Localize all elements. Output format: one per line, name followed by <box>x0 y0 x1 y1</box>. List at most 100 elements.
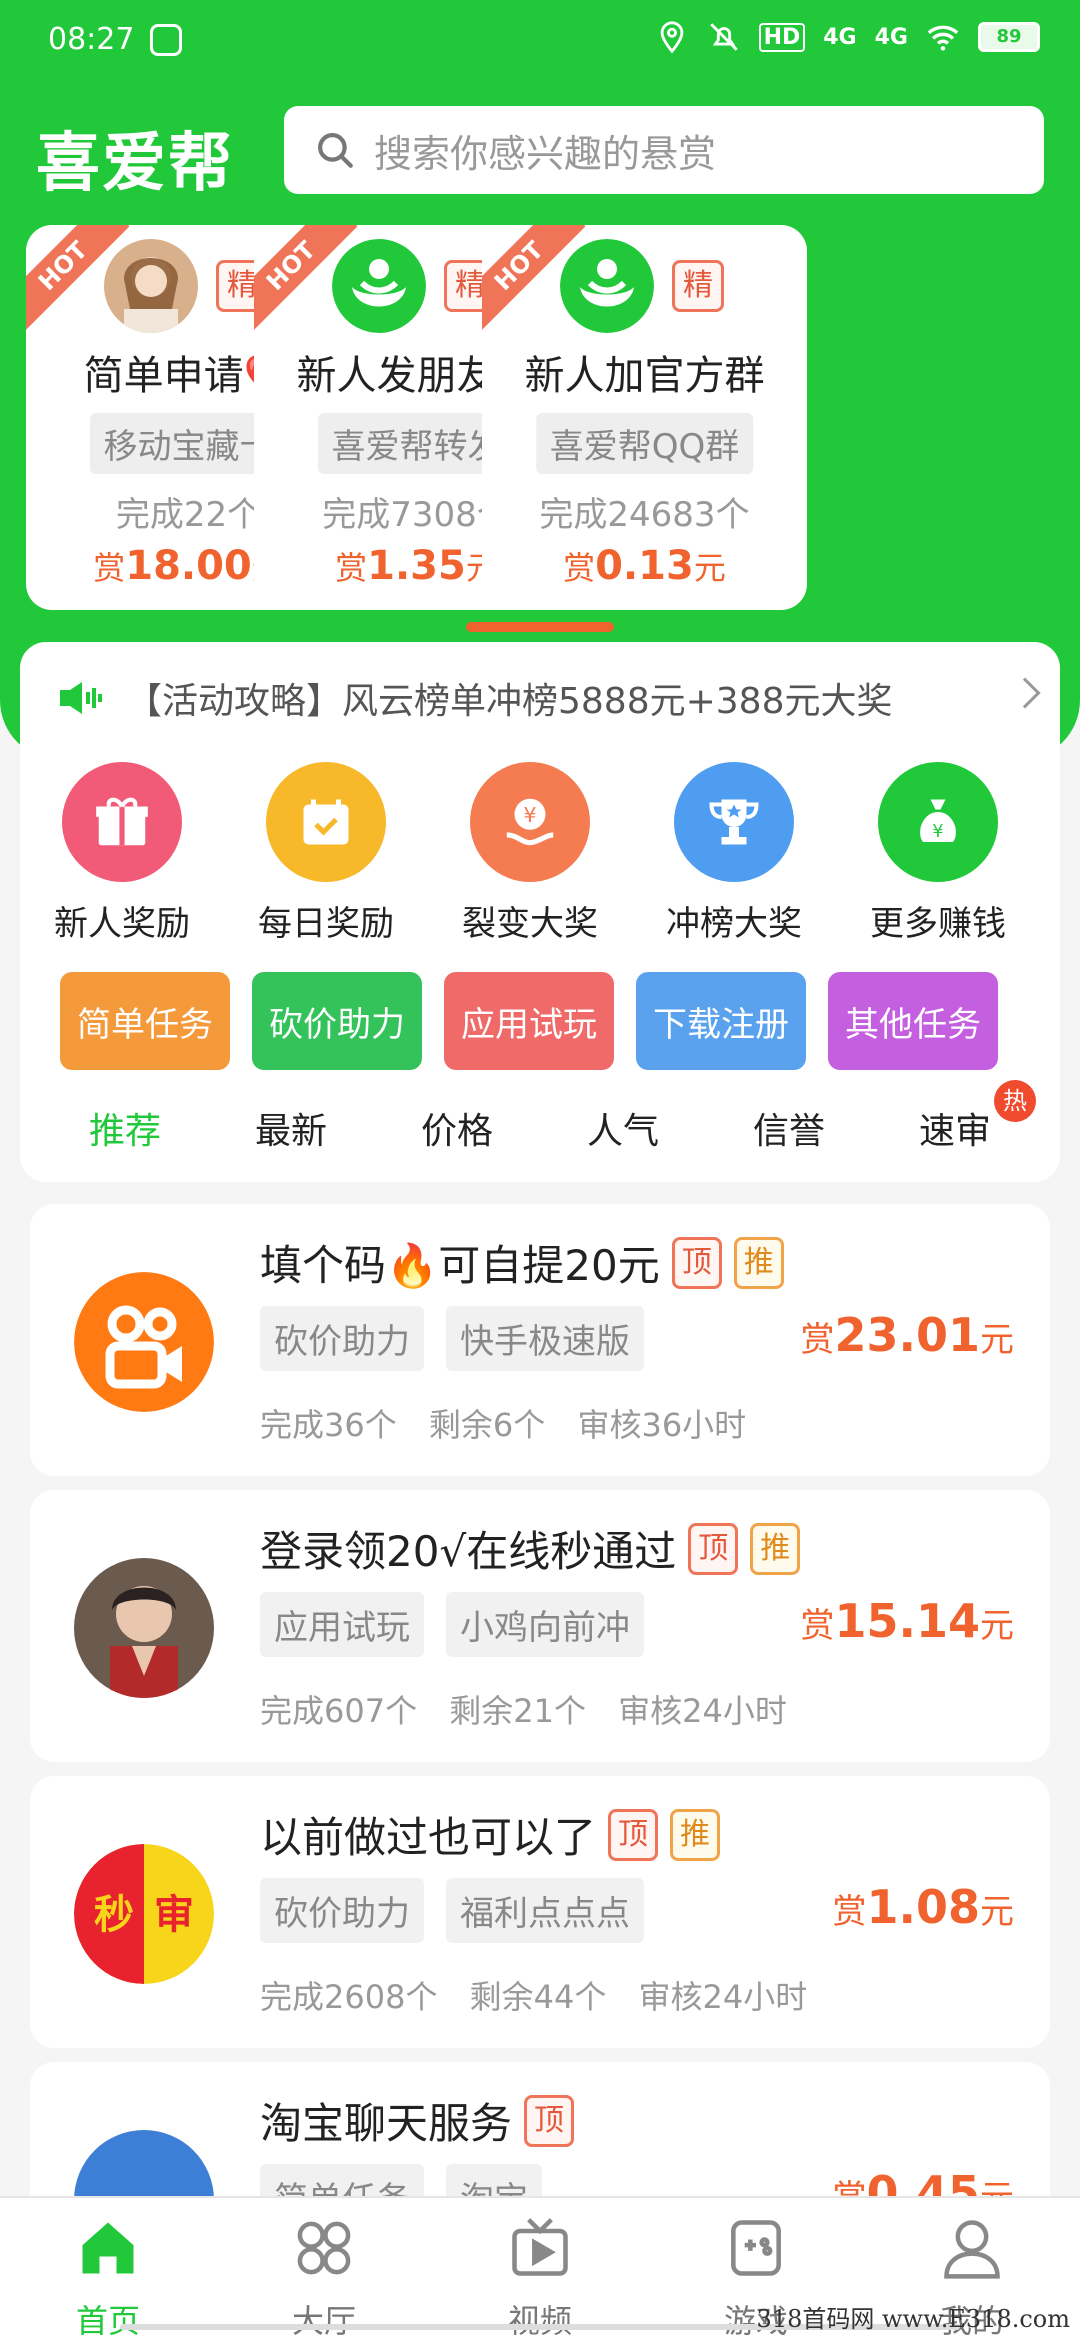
location-icon <box>660 21 683 54</box>
feature-referral-prize[interactable]: ¥ 裂变大奖 <box>428 762 632 945</box>
simple-task-button[interactable]: 简单任务 <box>60 972 230 1070</box>
feature-label: 冲榜大奖 <box>666 904 802 944</box>
hot-badge: 热 <box>994 1080 1036 1122</box>
task-title: 淘宝聊天服务 <box>260 2099 513 2148</box>
video-icon <box>512 2218 568 2276</box>
featured-badge: 精 <box>672 260 724 312</box>
hot-card-reward: 赏0.13元 <box>563 543 726 589</box>
list-item[interactable]: 秒 审 以前做过也可以了 顶 推 砍价助力 福利点点点 完成2608个 剩余44… <box>30 1776 1050 2048</box>
notification-app-icon <box>150 24 182 56</box>
app-logo-icon <box>332 239 426 333</box>
nav-label: 视频 <box>507 2302 572 2340</box>
tab-fast-review[interactable]: 速审 热 <box>880 1080 1036 1154</box>
task-meta: 完成2608个 剩余44个 审核24小时 <box>260 1972 829 2018</box>
feature-ranking-prize[interactable]: 冲榜大奖 <box>632 762 836 945</box>
hot-card-tag: 喜爱帮QQ群 <box>535 413 754 474</box>
task-review-time: 审核24小时 <box>618 1692 787 1730</box>
task-reward: 赏1.08元 <box>832 1880 1015 1934</box>
task-reward: 赏23.01元 <box>800 1308 1014 1362</box>
task-tag: 砍价助力 <box>260 1306 424 1371</box>
wifi-icon <box>927 25 959 51</box>
task-title-row: 登录领20√在线秒通过 顶 推 <box>260 1518 801 1579</box>
task-meta: 完成607个 剩余21个 审核24小时 <box>260 1686 809 1732</box>
speaker-icon <box>60 682 102 714</box>
download-register-button[interactable]: 下载注册 <box>636 972 806 1070</box>
status-bar: 08:27 HD 4G 4G 89 <box>0 0 1080 80</box>
hot-task-card[interactable]: HOT 精 新人加官方群 喜爱帮QQ群 完成24683个 赏0.13元 <box>482 225 807 610</box>
task-meta: 完成36个 剩余6个 审核36小时 <box>260 1400 768 1446</box>
profile-icon <box>944 2220 1000 2279</box>
other-task-button[interactable]: 其他任务 <box>828 972 998 1070</box>
feature-daily-reward[interactable]: 每日奖励 <box>224 762 428 945</box>
tab-recommended[interactable]: 推荐 <box>50 1102 200 1154</box>
money-bag-icon: ¥ <box>878 762 998 882</box>
task-category-buttons: 简单任务 砍价助力 应用试玩 下载注册 其他任务 <box>60 972 998 1070</box>
task-review-time: 审核36小时 <box>577 1406 747 1444</box>
avatar <box>74 1558 214 1698</box>
tab-popularity[interactable]: 人气 <box>548 1102 698 1154</box>
mute-bell-icon <box>709 23 738 51</box>
recommended-badge: 推 <box>670 1808 721 1861</box>
feature-label: 新人奖励 <box>54 904 190 944</box>
list-item[interactable]: 填个码🔥可自提20元 顶 推 砍价助力 快手极速版 完成36个 剩余6个 审核3… <box>30 1204 1050 1476</box>
watermark: 318首码网 www.E318.com <box>756 2305 1070 2333</box>
trophy-icon <box>674 762 794 882</box>
nav-label: 首页 <box>75 2302 140 2340</box>
list-item[interactable]: 登录领20√在线秒通过 顶 推 应用试玩 小鸡向前冲 完成607个 剩余21个 … <box>30 1490 1050 1762</box>
task-title: 以前做过也可以了 <box>260 1813 597 1862</box>
nav-label: 大厅 <box>291 2302 356 2340</box>
task-tag: 福利点点点 <box>446 1878 644 1943</box>
feature-label: 裂变大奖 <box>462 904 598 944</box>
task-tag: 快手极速版 <box>446 1306 644 1371</box>
feature-more-earnings[interactable]: ¥ 更多赚钱 <box>836 762 1040 945</box>
gamepad-icon <box>731 2220 781 2276</box>
task-tags: 应用试玩 小鸡向前冲 <box>260 1592 644 1657</box>
nav-hall[interactable]: 大厅 <box>216 2198 432 2340</box>
calendar-icon <box>266 762 386 882</box>
task-title: 登录领20√在线秒通过 <box>260 1527 677 1576</box>
feature-newcomer-reward[interactable]: 新人奖励 <box>20 762 224 945</box>
bottom-navigation: 首页 大厅 视频 游戏 我的 318首码网 www.E318.com <box>0 2196 1080 2340</box>
tab-reputation[interactable]: 信誉 <box>714 1102 864 1154</box>
pinned-badge: 顶 <box>524 2094 575 2147</box>
task-completed: 完成607个 <box>260 1692 418 1730</box>
net-indicator-2: 4G <box>874 24 908 50</box>
sort-tabs: 推荐 最新 价格 人气 信誉 速审 热 <box>50 1080 1036 1154</box>
svg-text:¥: ¥ <box>523 803 536 827</box>
main-panel: 【活动攻略】风云榜单冲榜5888元+388元大奖 新人奖励 每日奖励 ¥ 裂变大… <box>20 642 1060 1182</box>
task-tags: 砍价助力 快手极速版 <box>260 1306 644 1371</box>
net-indicator-1: 4G <box>823 24 857 50</box>
kuaishou-logo-icon <box>74 1272 214 1412</box>
hot-card-completed: 完成24683个 <box>539 495 750 535</box>
task-title-row: 填个码🔥可自提20元 顶 推 <box>260 1232 784 1293</box>
fast-review-logo-icon: 秒 审 <box>74 1844 214 1984</box>
bargain-help-button[interactable]: 砍价助力 <box>252 972 422 1070</box>
feature-label: 更多赚钱 <box>870 904 1006 944</box>
search-placeholder: 搜索你感兴趣的悬赏 <box>374 131 717 176</box>
nav-home[interactable]: 首页 <box>0 2198 216 2340</box>
tab-label: 速审 <box>918 1111 991 1152</box>
nav-video[interactable]: 视频 <box>432 2198 648 2340</box>
status-icons: HD 4G 4G 89 <box>655 20 1040 54</box>
task-completed: 完成36个 <box>260 1406 397 1444</box>
task-remaining: 剩余21个 <box>449 1692 586 1730</box>
task-tag: 砍价助力 <box>260 1878 424 1943</box>
tab-price[interactable]: 价格 <box>382 1102 532 1154</box>
recommended-badge: 推 <box>733 1236 784 1289</box>
app-logo: 喜爱帮 <box>36 127 234 201</box>
announcement-bar[interactable]: 【活动攻略】风云榜单冲榜5888元+388元大奖 <box>56 672 1041 724</box>
search-input[interactable]: 搜索你感兴趣的悬赏 <box>284 106 1044 194</box>
carousel-indicator <box>466 622 614 632</box>
task-title-row: 淘宝聊天服务 顶 <box>260 2090 575 2151</box>
hd-indicator: HD <box>758 22 806 52</box>
task-tag: 应用试玩 <box>260 1592 424 1657</box>
chevron-right-icon <box>1009 677 1041 709</box>
task-remaining: 剩余6个 <box>428 1406 546 1444</box>
task-tags: 砍价助力 福利点点点 <box>260 1878 644 1943</box>
tab-latest[interactable]: 最新 <box>216 1102 366 1154</box>
pinned-badge: 顶 <box>608 1808 659 1861</box>
feature-label: 每日奖励 <box>258 904 394 944</box>
hall-icon <box>297 2221 351 2275</box>
task-remaining: 剩余44个 <box>469 1978 607 2016</box>
app-trial-button[interactable]: 应用试玩 <box>444 972 614 1070</box>
